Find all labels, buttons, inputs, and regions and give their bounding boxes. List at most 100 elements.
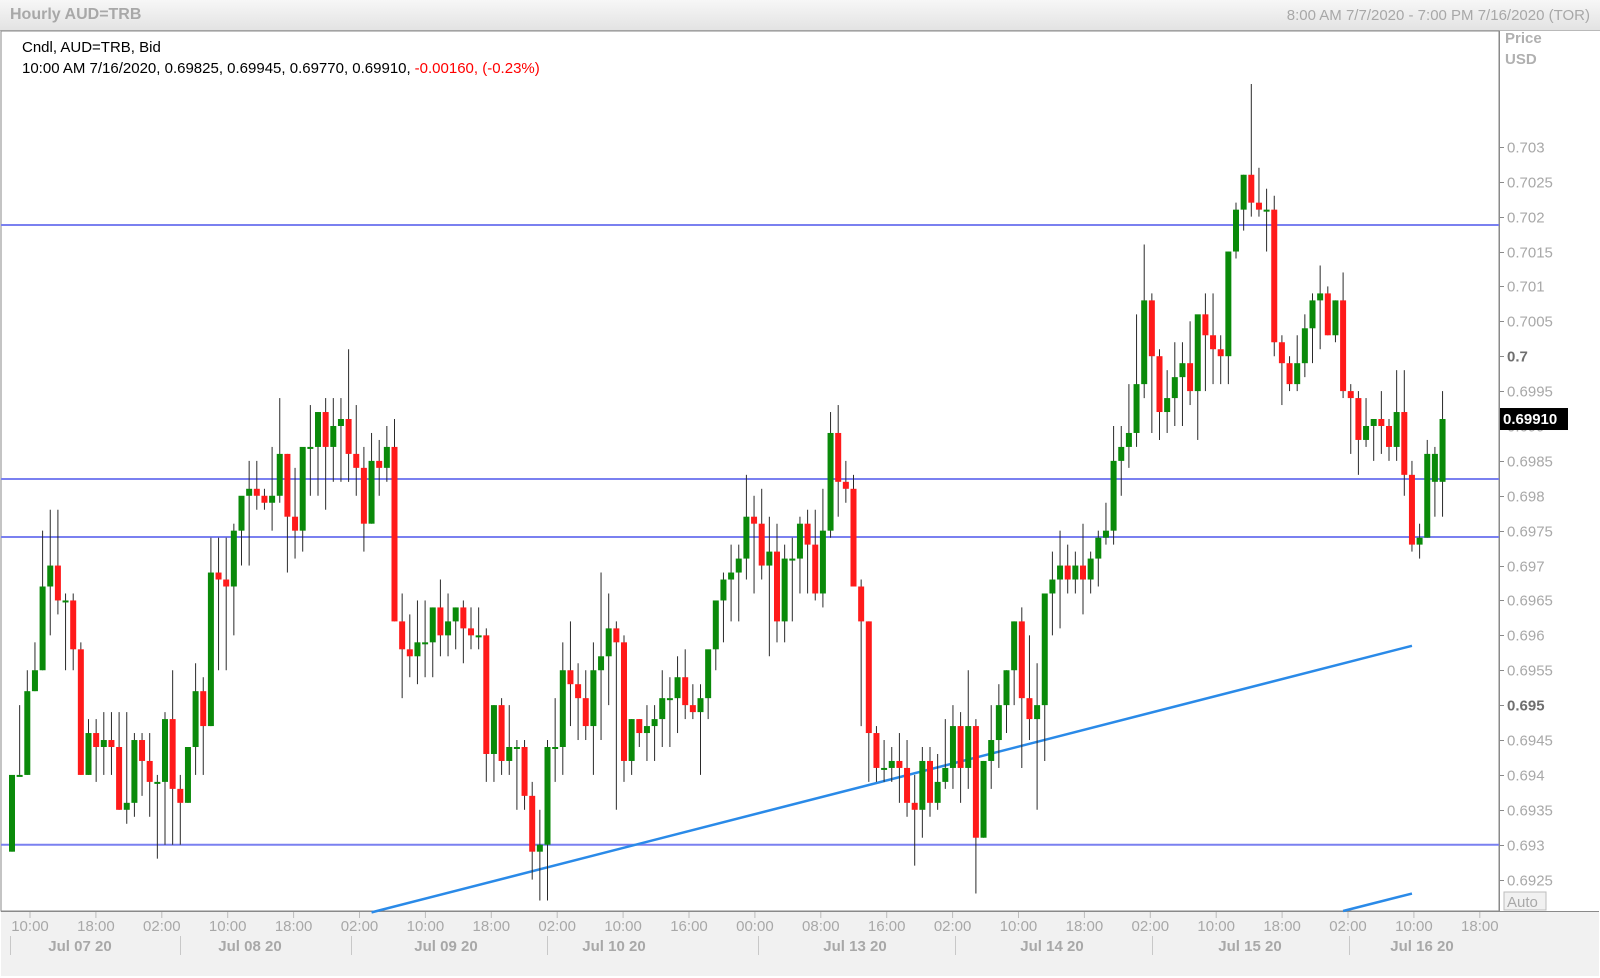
candle-body [575,684,582,699]
candle-body [529,795,536,852]
candle-body [827,432,834,531]
candle-body [70,600,77,650]
candle-body [490,705,497,754]
candle-body [146,760,153,782]
candle-body [728,572,735,580]
candle [1233,202,1239,259]
candle-body [1378,419,1385,426]
candle-body [1118,446,1125,461]
candle-body [261,495,268,503]
candle-body [536,844,543,852]
time-tick-label: 02:00 [1329,918,1367,935]
candle-body [315,412,321,447]
candle [621,635,627,782]
candle-body [330,425,337,447]
time-tick-label: 18:00 [473,918,511,935]
candle-body [904,767,911,803]
candle [980,760,987,838]
candle-body [766,551,773,566]
price-tick-label: 0.6945 [1507,733,1553,750]
candle-body [1278,342,1285,364]
price-chart[interactable]: 0.703 0.7025 0.702 0.7015 0.701 0.7005 0.7 0.69… [0,0,1600,978]
candle-body [1370,419,1377,426]
candle-body [131,740,138,803]
candle [184,747,191,803]
price-tick-label: 0.6975 [1507,524,1553,541]
date-label: Jul 07 20 [48,938,111,955]
candle-body [422,642,429,645]
candle-body [360,467,367,524]
candle-body [154,781,161,784]
price-tick-label: 0.6965 [1507,593,1553,610]
candle-body [980,760,987,838]
candle-body [16,774,23,777]
date-label: Jul 08 20 [218,938,281,955]
auto-scale-button[interactable]: Auto [1503,891,1547,911]
candle-body [1355,398,1362,440]
legend-series-label: Cndl, AUD=TRB, Bid [22,39,161,56]
candle [1271,195,1278,357]
candle-body [605,628,612,657]
legend-ohlc-values: 10:00 AM 7/16/2020, 0.69825, 0.69945, 0.… [22,60,411,77]
candle-body [643,726,650,734]
candle-body [1210,335,1217,350]
candle-body [246,488,253,496]
candle-body [1141,300,1148,385]
candle-body [1133,384,1140,433]
price-tick-label: 0.701 [1507,279,1545,296]
candle-body [1408,474,1415,545]
candle-body [93,733,100,748]
candle-body [682,677,689,706]
candle-body [858,586,865,622]
candle-body [819,530,826,594]
candle-body [169,719,176,789]
candle-body [47,565,54,587]
candle-body [1072,565,1079,580]
candle-body [705,649,712,699]
candle-body [1317,293,1324,301]
candle-body [949,726,956,768]
time-tick-label: 18:00 [77,918,115,935]
candle-body [85,733,92,775]
candle-body [77,649,84,775]
chart-window: Hourly AUD=TRB 8:00 AM 7/7/2020 - 7:00 P… [0,0,1600,978]
time-tick-label: 10:00 [209,918,247,935]
candle [1324,286,1331,336]
candle-body [1202,314,1209,336]
time-tick-label: 18:00 [1066,918,1104,935]
candle-body [368,460,375,524]
candle-body [460,607,467,629]
candle-body [1393,412,1400,447]
price-tick-label: 0.6955 [1507,663,1553,680]
candle-body [31,670,38,692]
date-label: Jul 10 20 [582,938,645,955]
date-label: Jul 15 20 [1218,938,1281,955]
candle-body [896,760,903,768]
candle [1424,439,1431,538]
candle-body [613,628,620,643]
candle-body [927,760,933,803]
candle-body [1110,460,1117,531]
candle-body [483,635,490,754]
candle-body [498,705,505,761]
candle-body [689,705,696,713]
candle-body [1041,593,1048,706]
candle-body [215,572,222,580]
plot-area [0,30,1500,912]
candle-body [24,691,31,775]
price-tick-label: 0.6935 [1507,803,1553,820]
candle-body [1102,530,1109,538]
time-tick-label: 02:00 [934,918,972,935]
candle-body [1049,579,1056,594]
candle-body [292,516,299,531]
date-label: Jul 09 20 [414,938,477,955]
candle-body [1156,356,1163,413]
auto-scale-label: Auto [1507,894,1538,911]
candle-body [1255,202,1262,210]
candle-body [582,698,589,727]
candle-body [253,488,260,496]
time-tick-label: 10:00 [1395,918,1433,935]
candle-body [598,656,605,671]
candle-body [1271,209,1278,343]
candle-body [751,516,758,524]
